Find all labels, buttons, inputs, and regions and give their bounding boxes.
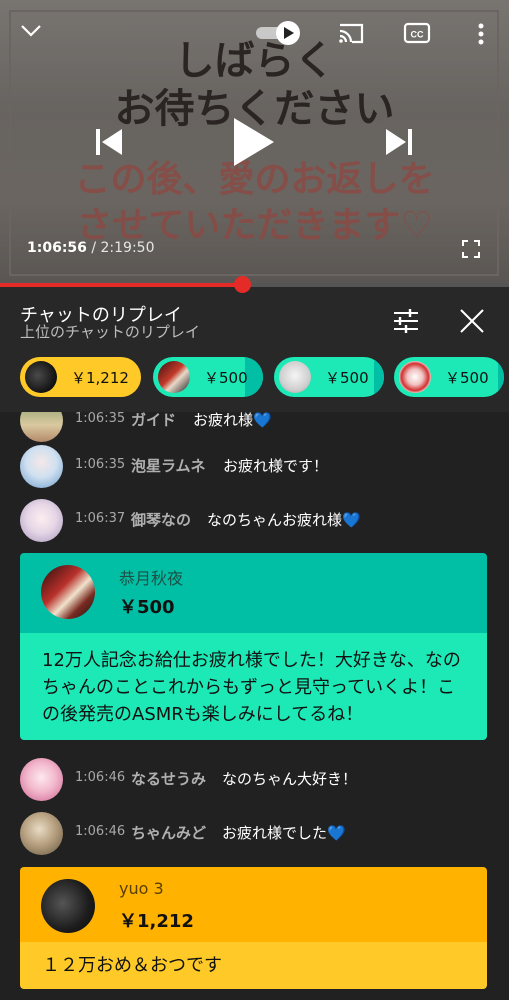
chat-message: 1:06:37 御琴なの なのちゃんお疲れ様💙	[0, 499, 509, 542]
current-time: 1:06:56	[27, 240, 87, 256]
superchat-card[interactable]: yuo 3 ￥1,212 １２万おめ＆おつです	[20, 867, 487, 989]
chat-message: 1:06:46 ちゃんみど お疲れ様でした💙	[0, 812, 509, 855]
message-timestamp: 1:06:46	[75, 770, 126, 785]
message-timestamp: 1:06:46	[75, 824, 126, 839]
message-text: お疲れ様💙	[193, 412, 272, 429]
chat-subtitle[interactable]: 上位のチャットのリプレイ	[20, 321, 200, 342]
message-author[interactable]: 御琴なの	[131, 509, 191, 530]
chip-progress	[498, 357, 504, 397]
avatar	[399, 361, 431, 393]
chat-message-list[interactable]: 1:06:35 ガイド お疲れ様💙 1:06:35 泡星ラムネ お疲れ様です！ …	[0, 412, 509, 1000]
chip-amount: ￥500	[204, 368, 248, 387]
message-timestamp: 1:06:37	[75, 511, 126, 526]
superchat-header: yuo 3 ￥1,212	[20, 867, 487, 942]
captions-icon[interactable]: CC	[402, 20, 432, 46]
superchat-card[interactable]: 恭月秋夜 ￥500 12万人記念お給仕お疲れ様でした！大好きな、なのちゃんのこと…	[20, 553, 487, 740]
chip-amount: ￥500	[445, 368, 489, 387]
superchat-message: １２万おめ＆おつです	[20, 942, 487, 989]
avatar	[279, 361, 311, 393]
autoplay-toggle-icon[interactable]	[254, 20, 302, 46]
chat-message: 1:06:46 なるせうみ なのちゃん大好き！	[0, 758, 509, 801]
superchat-chip[interactable]: ￥1,212	[20, 357, 141, 397]
progress-bar[interactable]	[0, 283, 509, 287]
fullscreen-icon[interactable]	[462, 240, 480, 258]
time-display: 1:06:56 / 2:19:50	[27, 240, 155, 256]
superchat-header: 恭月秋夜 ￥500	[20, 553, 487, 633]
chip-progress	[245, 357, 263, 397]
chat-message: 1:06:35 ガイド お疲れ様💙	[0, 412, 509, 442]
superchat-chip[interactable]: ￥500	[394, 357, 504, 397]
superchat-chip[interactable]: ￥500	[153, 357, 263, 397]
video-player[interactable]: しばらく お待ちください この後、愛のお返しを させていただきます♡ CC 1:…	[0, 0, 509, 285]
cast-icon[interactable]	[336, 20, 366, 46]
avatar	[20, 445, 63, 488]
message-text: お疲れ様でした💙	[222, 824, 346, 842]
message-author[interactable]: ちゃんみど	[131, 822, 206, 843]
avatar	[20, 499, 63, 542]
avatar	[20, 758, 63, 801]
next-video-icon[interactable]	[384, 126, 414, 158]
message-author[interactable]: ガイド	[131, 412, 176, 430]
superchat-author[interactable]: 恭月秋夜	[119, 565, 183, 589]
avatar	[20, 412, 63, 442]
avatar	[20, 812, 63, 855]
message-text: なのちゃん大好き！	[222, 770, 358, 788]
chip-amount: ￥500	[325, 368, 369, 387]
superchat-chip[interactable]: ￥500	[274, 357, 384, 397]
avatar	[25, 361, 57, 393]
superchat-ticker: ￥1,212 ￥500 ￥500 ￥500	[0, 357, 509, 397]
avatar	[41, 879, 95, 933]
message-author[interactable]: 泡星ラムネ	[131, 455, 206, 476]
chip-progress	[374, 357, 384, 397]
message-timestamp: 1:06:35	[75, 457, 126, 472]
chip-amount: ￥1,212	[71, 368, 129, 387]
avatar	[41, 565, 95, 619]
superchat-author[interactable]: yuo 3	[119, 879, 164, 898]
more-options-icon[interactable]	[470, 20, 492, 48]
message-text: なのちゃんお疲れ様💙	[207, 511, 361, 529]
tune-settings-icon[interactable]	[392, 307, 420, 335]
chevron-down-icon[interactable]	[18, 18, 44, 44]
chat-header: チャットのリプレイ 上位のチャットのリプレイ ￥1,212 ￥500 ￥500	[0, 287, 509, 412]
previous-video-icon[interactable]	[94, 126, 124, 158]
message-text: お疲れ様です！	[223, 457, 329, 475]
message-author[interactable]: なるせうみ	[131, 768, 206, 789]
superchat-message: 12万人記念お給仕お疲れ様でした！大好きな、なのちゃんのことこれからもずっと見守…	[20, 633, 487, 740]
message-timestamp: 1:06:35	[75, 412, 126, 426]
avatar	[158, 361, 190, 393]
total-time: / 2:19:50	[91, 240, 155, 256]
svg-text:CC: CC	[411, 30, 424, 40]
progress-bar-fill	[0, 283, 243, 287]
play-icon[interactable]	[230, 116, 276, 168]
superchat-amount: ￥1,212	[119, 911, 194, 932]
chat-message: 1:06:35 泡星ラムネ お疲れ様です！	[0, 445, 509, 488]
superchat-amount: ￥500	[119, 597, 175, 618]
close-icon[interactable]	[458, 307, 486, 335]
